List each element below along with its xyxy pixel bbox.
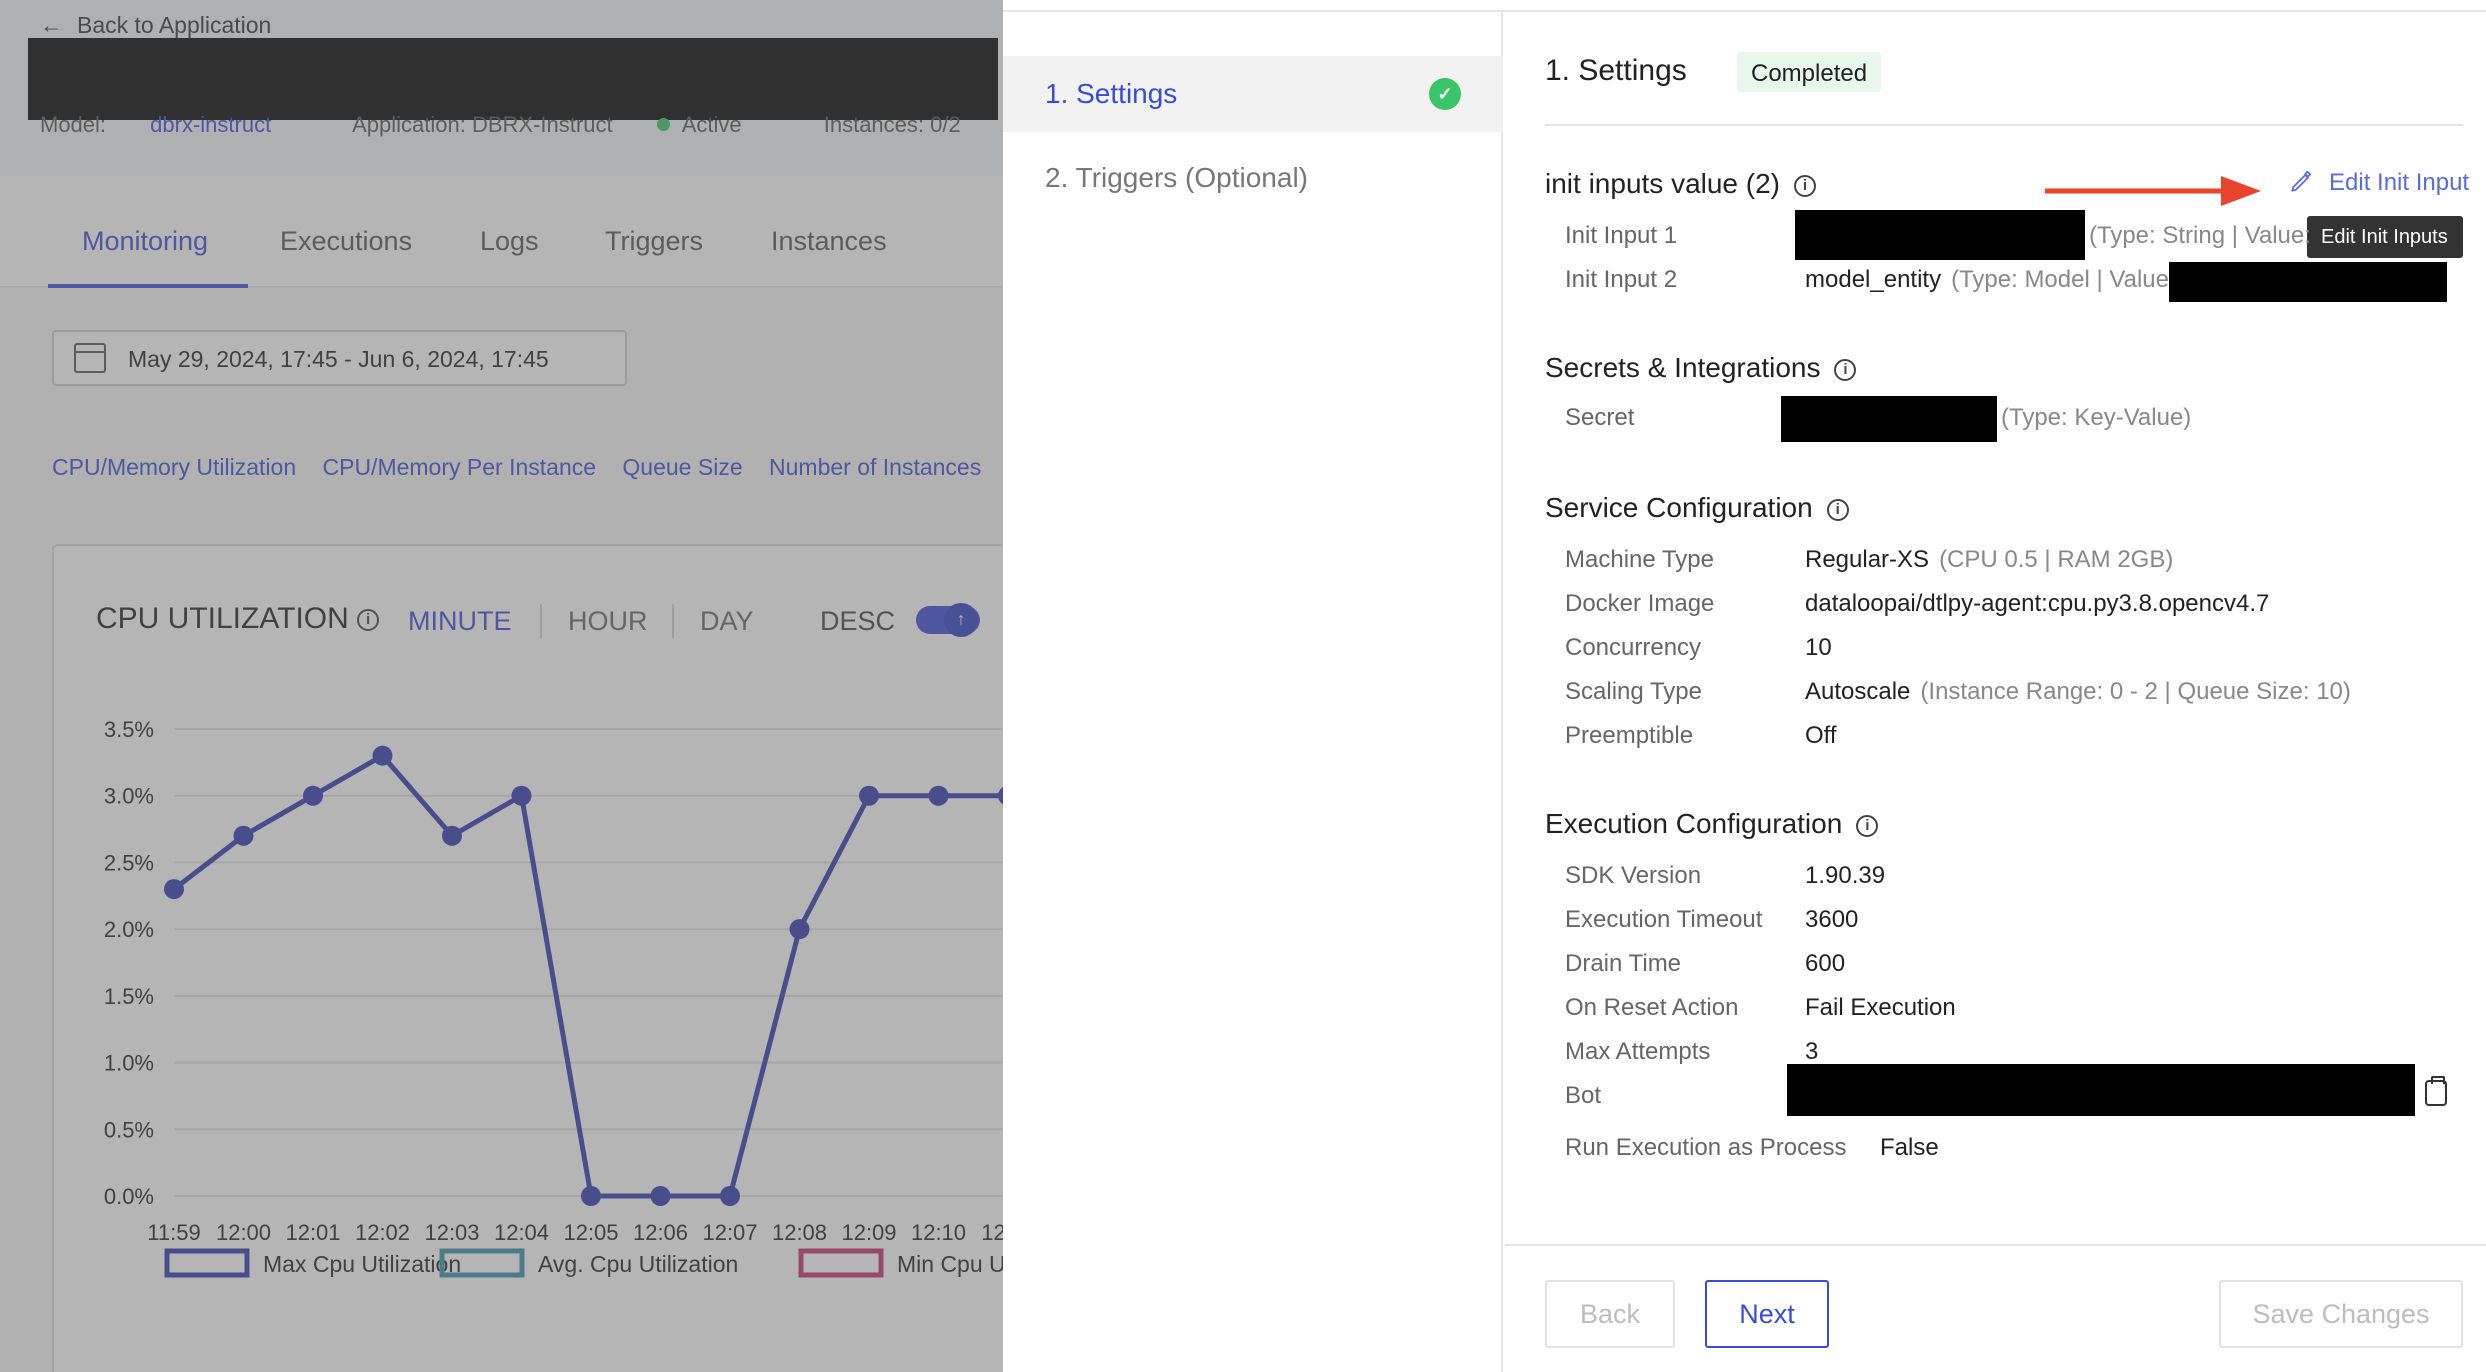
info-icon[interactable]: i bbox=[1794, 174, 1817, 197]
info-icon[interactable]: i bbox=[1826, 498, 1849, 521]
back-button[interactable]: Back bbox=[1545, 1280, 1675, 1348]
settings-title: 1. Settings bbox=[1545, 54, 1687, 87]
service-settings-drawer: 1. Settings ✓ 2. Triggers (Optional) 1. … bbox=[1003, 0, 2486, 1372]
preemptible-label: Preemptible bbox=[1565, 722, 1694, 749]
settings-stepper: 1. Settings ✓ 2. Triggers (Optional) bbox=[1003, 12, 1503, 1372]
init-input-1-type: (Type: String | Value: bbox=[2089, 222, 2311, 249]
docker-image-label: Docker Image bbox=[1565, 590, 1715, 617]
redacted-bot-value bbox=[1787, 1064, 2415, 1116]
save-changes-button[interactable]: Save Changes bbox=[2219, 1280, 2463, 1348]
on-reset-action-label: On Reset Action bbox=[1565, 994, 1739, 1021]
divider bbox=[1545, 124, 2463, 126]
init-input-1-label: Init Input 1 bbox=[1565, 222, 1678, 249]
settings-content: 1. Settings Completed init inputs value … bbox=[1505, 12, 2486, 1372]
secret-label: Secret bbox=[1565, 404, 1635, 431]
check-icon: ✓ bbox=[1429, 78, 1461, 110]
pencil-icon bbox=[2291, 170, 2311, 192]
run-execution-as-process-label: Run Execution as Process bbox=[1565, 1134, 1847, 1161]
preemptible-value: Off bbox=[1805, 722, 1837, 749]
init-inputs-title: init inputs value (2) i bbox=[1545, 168, 1817, 200]
edit-init-input-link[interactable]: Edit Init Input bbox=[2289, 168, 2469, 197]
execution-config-title: Execution Configuration i bbox=[1545, 808, 1879, 840]
run-execution-as-process-value: False bbox=[1880, 1134, 1939, 1161]
sdk-version-label: SDK Version bbox=[1565, 862, 1702, 889]
scaling-type-label: Scaling Type bbox=[1565, 678, 1702, 705]
max-attempts-label: Max Attempts bbox=[1565, 1038, 1711, 1065]
modal-backdrop[interactable] bbox=[0, 0, 1003, 1372]
bot-label: Bot bbox=[1565, 1082, 1602, 1109]
concurrency-value: 10 bbox=[1805, 634, 1832, 661]
secret-type: (Type: Key-Value) bbox=[2001, 404, 2192, 431]
redacted-init-input-1-value bbox=[1795, 210, 2085, 260]
drain-time-label: Drain Time bbox=[1565, 950, 1682, 977]
sdk-version-value: 1.90.39 bbox=[1805, 862, 1886, 889]
footer-divider bbox=[1505, 1244, 2486, 1246]
redacted-init-input-2-value bbox=[2169, 262, 2447, 302]
execution-timeout-value: 3600 bbox=[1805, 906, 1859, 933]
concurrency-label: Concurrency bbox=[1565, 634, 1702, 661]
next-button[interactable]: Next bbox=[1705, 1280, 1829, 1348]
init-input-2-value: model_entity (Type: Model | Value: bbox=[1805, 266, 2176, 293]
status-badge: Completed bbox=[1737, 52, 1882, 92]
init-input-2-label: Init Input 2 bbox=[1565, 266, 1678, 293]
drain-time-value: 600 bbox=[1805, 950, 1846, 977]
max-attempts-value: 3 bbox=[1805, 1038, 1819, 1065]
edit-init-inputs-tooltip: Edit Init Inputs bbox=[2307, 216, 2463, 258]
info-icon[interactable]: i bbox=[1856, 814, 1879, 837]
red-arrow-annotation-icon bbox=[2045, 176, 2261, 206]
step-triggers[interactable]: 2. Triggers (Optional) bbox=[1003, 140, 1503, 216]
redacted-secret-value bbox=[1781, 396, 1997, 442]
machine-type-label: Machine Type bbox=[1565, 546, 1714, 573]
machine-type-value: Regular-XS (CPU 0.5 | RAM 2GB) bbox=[1805, 546, 2174, 573]
on-reset-action-value: Fail Execution bbox=[1805, 994, 1956, 1021]
step-settings[interactable]: 1. Settings ✓ bbox=[1003, 56, 1503, 132]
execution-timeout-label: Execution Timeout bbox=[1565, 906, 1763, 933]
copy-icon[interactable] bbox=[2425, 1076, 2447, 1106]
service-config-title: Service Configuration i bbox=[1545, 492, 1849, 524]
info-icon[interactable]: i bbox=[1834, 358, 1857, 381]
scaling-type-value: Autoscale (Instance Range: 0 - 2 | Queue … bbox=[1805, 678, 2351, 705]
docker-image-value: dataloopai/dtlpy-agent:cpu.py3.8.opencv4… bbox=[1805, 590, 2270, 617]
secrets-title: Secrets & Integrations i bbox=[1545, 352, 1857, 384]
